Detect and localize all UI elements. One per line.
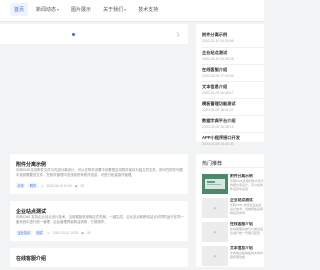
list-item-title[interactable]: 模板管理功能测试 <box>202 101 262 107</box>
nav-item-news[interactable]: 新闻动态 ▾ <box>32 3 63 16</box>
list-item-title[interactable]: 数据字典平台介绍 <box>202 118 262 124</box>
list-item[interactable]: APP小程序接口开发 2020-03-09 16:32:29 <box>202 135 262 146</box>
clock-icon: ◷ <box>40 183 44 188</box>
nav-label: 首页 <box>14 7 25 13</box>
latest-articles-list: 附件分离示例 2020-03-10 10:30:06 企业站点测试 2020-0… <box>196 24 264 146</box>
article-card[interactable]: 在线客服介绍 <box>10 248 188 267</box>
clock-icon: ◷ <box>47 230 50 235</box>
banner-carousel: › <box>0 24 188 44</box>
main-nav: 首页 新闻动态 ▾ 图片展示 关于我们 ▾ 技术支持 <box>10 3 162 16</box>
list-item-date: 2020-03-09 16:38:13 <box>202 125 234 129</box>
article-tag[interactable]: 企业站点 <box>16 230 32 235</box>
article-excerpt: 乐网CMS 支持企业站点设计技术，当前模板采用响应式布局，一键生成，企业站点和移… <box>16 215 184 224</box>
list-item-date: 2020-03-09 16:32:29 <box>202 142 234 146</box>
recommend-item[interactable]: 附件分离示例 乐网CMS支持附件文件与内容分离设计，可以在附件设置中设置 <box>202 174 264 198</box>
divider <box>202 47 264 48</box>
list-item[interactable]: 企业站点测试 2020-03-10 10:25:28 <box>202 50 262 61</box>
chevron-right-icon[interactable]: › <box>176 27 180 41</box>
article-meta: 企业站点 测试 ◷ 2020-03-10 10:25 ◉ 28 <box>16 230 90 235</box>
divider <box>202 64 264 65</box>
chevron-down-icon: ▾ <box>57 7 60 12</box>
nav-item-about[interactable]: 关于我们 ▾ <box>99 3 130 16</box>
divider <box>202 167 264 168</box>
recommend-thumbnail[interactable]: ▦ <box>202 222 228 242</box>
article-date: 2020-03-10 10:30 <box>46 183 72 188</box>
recommend-item[interactable]: ▦ 文本信息介绍 文本信息模块提供文本内容管理功能 <box>202 246 264 270</box>
recommend-panel: 热门推荐 附件分离示例 乐网CMS支持附件文件与内容分离设计，可以在附件设置中设… <box>196 154 264 267</box>
recommend-item[interactable]: ▦ 企业站点测试 乐网CMS 支持企业站点设计技术，当前模板采用响应式布局 <box>202 198 264 222</box>
article-card[interactable]: 附件分离示例 乐网CMS支持附件文件与内容分离设计，可以在附件设置中设置是否将附… <box>10 154 188 194</box>
list-item-title[interactable]: 文本信息介绍 <box>202 84 262 90</box>
recommend-thumbnail[interactable]: ▦ <box>202 198 228 218</box>
list-item-title[interactable]: 企业站点测试 <box>202 50 262 56</box>
recommend-desc: 乐网CMS 支持企业站点设计技术，当前模板采用响应式布局 <box>230 203 264 215</box>
article-meta: 分享 附件 ◷ 2020-03-10 10:30 ◉ 35 <box>16 183 84 188</box>
divider <box>202 81 264 82</box>
article-date: 2020-03-10 10:25 <box>52 230 79 235</box>
article-views: 28 <box>86 230 91 235</box>
nav-item-home[interactable]: 首页 <box>10 3 29 16</box>
top-nav-bar: 首页 新闻动态 ▾ 图片展示 关于我们 ▾ 技术支持 <box>0 0 264 22</box>
list-item-title[interactable]: 附件分离示例 <box>202 32 262 38</box>
article-tag[interactable]: 分享 <box>16 183 26 188</box>
divider <box>202 132 264 133</box>
article-card[interactable]: 企业站点测试 乐网CMS 支持企业站点设计技术，当前模板采用响应式布局，一键生成… <box>10 201 188 241</box>
image-icon <box>202 174 228 194</box>
article-tag[interactable]: 附件 <box>28 183 38 188</box>
nav-label: 图片展示 <box>71 7 92 13</box>
recommend-item[interactable]: ▦ 在线客服介绍 在线客服系统可以通过后台进行统一管理与配置 <box>202 222 264 246</box>
recommend-desc: 乐网CMS支持附件文件与内容分离设计，可以在附件设置中设置 <box>230 179 264 191</box>
recommend-desc: 文本信息模块提供文本内容管理功能 <box>230 251 264 259</box>
recommend-heading: 热门推荐 <box>202 161 223 167</box>
carousel-indicator[interactable] <box>72 33 75 36</box>
list-item-date: 2020-03-10 10:30:06 <box>202 39 234 43</box>
recommend-thumbnail[interactable]: ▦ <box>202 246 228 266</box>
article-title[interactable]: 在线客服介绍 <box>16 255 46 262</box>
list-item[interactable]: 数据字典平台介绍 2020-03-09 16:38:13 <box>202 118 262 129</box>
nav-item-support[interactable]: 技术支持 <box>134 3 162 16</box>
eye-icon: ◉ <box>81 230 84 235</box>
eye-icon: ◉ <box>74 183 78 188</box>
recommend-thumbnail[interactable] <box>202 174 228 194</box>
list-item-date: 2020-03-09 16:48:17 <box>202 91 234 95</box>
image-placeholder-icon: ▦ <box>213 230 217 234</box>
nav-label: 新闻动态 <box>36 7 57 13</box>
nav-item-gallery[interactable]: 图片展示 <box>67 3 95 16</box>
article-title[interactable]: 附件分离示例 <box>16 161 46 168</box>
list-item[interactable]: 附件分离示例 2020-03-10 10:30:06 <box>202 32 262 43</box>
recommend-desc: 在线客服系统可以通过后台进行统一管理与配置 <box>230 227 264 235</box>
nav-label: 关于我们 <box>103 7 124 13</box>
list-item[interactable]: 文本信息介绍 2020-03-09 16:48:17 <box>202 84 262 95</box>
list-item-date: 2020-03-09 17:03:05 <box>202 74 234 78</box>
list-item[interactable]: 在线客服介绍 2020-03-09 17:03:05 <box>202 67 262 78</box>
list-item-title[interactable]: 在线客服介绍 <box>202 67 262 73</box>
list-item-date: 2020-03-09 16:41:47 <box>202 108 234 112</box>
article-title[interactable]: 企业站点测试 <box>16 208 46 215</box>
list-item-date: 2020-03-10 10:25:28 <box>202 57 234 61</box>
list-item-title[interactable]: APP小程序接口开发 <box>202 135 262 141</box>
image-placeholder-icon: ▦ <box>213 206 217 210</box>
divider <box>202 115 264 116</box>
article-tag[interactable]: 测试 <box>34 230 45 235</box>
nav-label: 技术支持 <box>138 7 159 13</box>
divider <box>202 98 264 99</box>
article-excerpt: 乐网CMS支持附件文件与内容分离设计，可以在附件设置中设置是否将附件保存为独立的… <box>16 168 183 177</box>
article-views: 35 <box>80 183 85 188</box>
chevron-down-icon: ▾ <box>124 7 127 12</box>
list-item[interactable]: 模板管理功能测试 2020-03-09 16:41:47 <box>202 101 262 112</box>
image-placeholder-icon: ▦ <box>213 254 217 258</box>
